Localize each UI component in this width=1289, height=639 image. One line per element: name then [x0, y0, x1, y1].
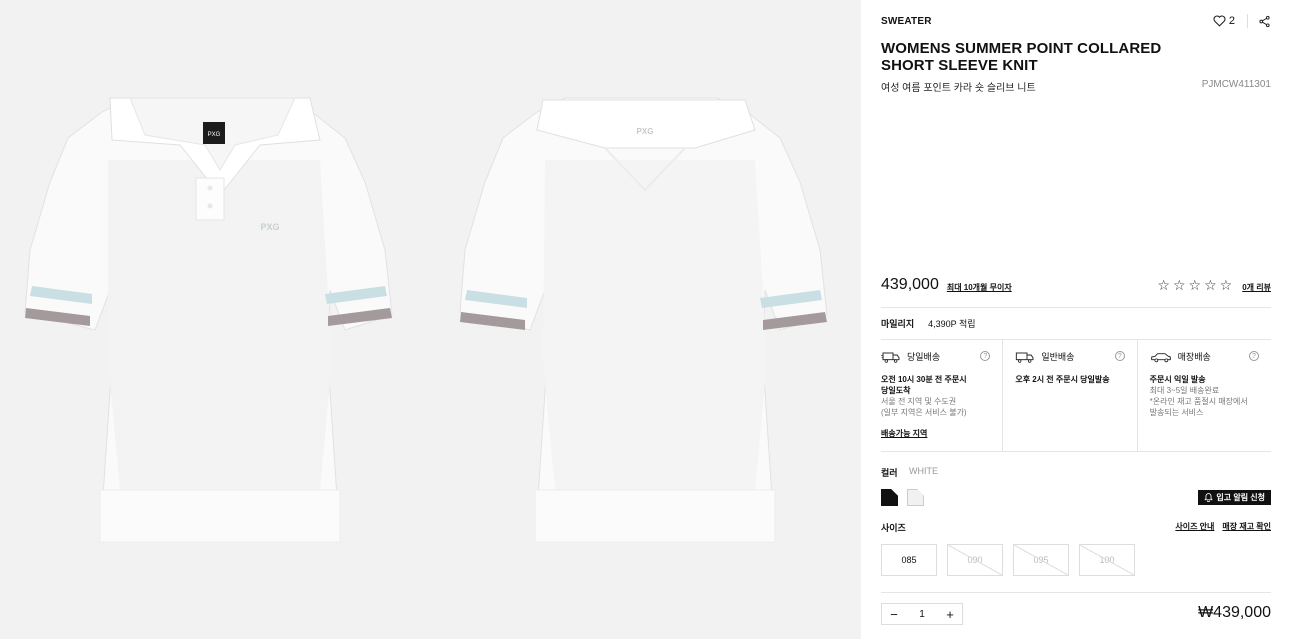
- installment-link[interactable]: 최대 10개월 무이자: [947, 282, 1012, 293]
- product-subtitle: 여성 여름 포인트 카라 숏 슬리브 니트: [881, 83, 1036, 94]
- delivery-standard: 일반배송 ? 오후 2시 전 주문시 당일발송: [1002, 340, 1136, 451]
- product-info-panel: SWEATER 2 WOMENS SUMMER POINT COLLARED S…: [861, 0, 1289, 639]
- heart-icon: [1213, 15, 1226, 27]
- svg-text:PXG: PXG: [260, 222, 279, 232]
- like-button[interactable]: 2: [1213, 15, 1235, 27]
- delivery-note-line: (일부 지역은 서비스 불가): [881, 408, 967, 417]
- delivery-note: 최대 3~5일 배송완료 *온라인 재고 품절시 매장에서 발송되는 서비스: [1150, 385, 1271, 418]
- divider: [881, 592, 1271, 593]
- truck-icon: [1016, 352, 1034, 363]
- help-icon[interactable]: ?: [1114, 351, 1125, 361]
- total-price: ₩439,000: [1198, 604, 1271, 621]
- size-label: 사이즈: [881, 523, 906, 533]
- delivery-title-line: 주문시 익일 발송: [1149, 375, 1206, 384]
- delivery-name: 매장배송: [1177, 352, 1211, 362]
- star-icon: ☆: [1157, 277, 1170, 293]
- color-value: WHITE: [909, 466, 938, 476]
- delivery-title-line: 당일도착: [881, 386, 911, 395]
- like-count: 2: [1228, 15, 1235, 27]
- share-button[interactable]: [1258, 15, 1271, 28]
- delivery-note-line: 발송되는 서비스: [1149, 408, 1204, 417]
- product-page: PXG PXG PXG SWEATER 2 WOMENS SUMMER POIN…: [0, 0, 1289, 639]
- back-shirt-illustration: PXG: [459, 97, 828, 543]
- same-day-truck-icon: [881, 352, 900, 363]
- delivery-note-line: 최대 3~5일 배송완료: [1149, 386, 1220, 395]
- divider: [1247, 14, 1248, 28]
- share-icon: [1259, 15, 1270, 27]
- star-icon: ☆: [1188, 277, 1202, 293]
- product-category: SWEATER: [881, 16, 932, 27]
- product-price: 439,000: [881, 276, 939, 293]
- store-stock-link[interactable]: 매장 재고 확인: [1222, 521, 1271, 532]
- quantity-value[interactable]: 1: [919, 609, 925, 620]
- size-option-sold-out[interactable]: 095: [1013, 544, 1069, 576]
- delivery-same-day: 당일배송 ? 오전 10시 30분 전 주문시 당일도착 서울 전 지역 및 수…: [881, 340, 1002, 451]
- delivery-note: 서울 전 지역 및 수도권 (일부 지역은 서비스 불가): [881, 396, 1002, 418]
- delivery-title-line: 오전 10시 30분 전 주문시: [881, 375, 967, 384]
- delivery-note-line: *온라인 재고 품절시 매장에서: [1149, 397, 1248, 406]
- product-actions: 2: [1213, 14, 1271, 28]
- delivery-options: 당일배송 ? 오전 10시 30분 전 주문시 당일도착 서울 전 지역 및 수…: [881, 340, 1271, 452]
- delivery-title: 주문시 익일 발송: [1150, 374, 1271, 385]
- product-image-front[interactable]: PXG PXG: [20, 90, 400, 550]
- delivery-title-line: 오후 2시 전 주문시 당일발송: [1015, 375, 1110, 384]
- reviews-link[interactable]: 0개 리뷰: [1242, 282, 1271, 293]
- delivery-name: 당일배송: [907, 352, 941, 362]
- help-icon[interactable]: ?: [1248, 351, 1259, 361]
- color-label: 컬러: [881, 468, 898, 478]
- delivery-store: 매장배송 ? 주문시 익일 발송 최대 3~5일 배송완료 *온라인 재고 품절…: [1136, 340, 1271, 451]
- restock-alert-button[interactable]: 입고 알림 신청: [1198, 490, 1271, 505]
- front-shirt-illustration: PXG PXG: [24, 97, 393, 543]
- rating-stars[interactable]: ☆ ☆ ☆ ☆ ☆: [1157, 277, 1232, 294]
- size-option[interactable]: 085: [881, 544, 937, 576]
- quantity-increase-button[interactable]: +: [944, 608, 956, 621]
- star-icon: ☆: [1219, 277, 1233, 293]
- delivery-note-line: 서울 전 지역 및 수도권: [881, 397, 957, 406]
- delivery-title: 오후 2시 전 주문시 당일발송: [1015, 374, 1136, 385]
- restock-label: 입고 알림 신청: [1216, 493, 1265, 502]
- size-option-sold-out[interactable]: 100: [1079, 544, 1135, 576]
- size-guide-link[interactable]: 사이즈 안내: [1175, 521, 1214, 532]
- svg-text:PXG: PXG: [208, 132, 221, 138]
- star-icon: ☆: [1204, 277, 1217, 293]
- size-links: 사이즈 안내 매장 재고 확인: [1175, 521, 1271, 532]
- price-row: 439,000 최대 10개월 무이자 ☆ ☆ ☆ ☆ ☆ 0개 리뷰: [881, 276, 1271, 308]
- product-title: WOMENS SUMMER POINT COLLARED SHORT SLEEV…: [881, 40, 1162, 74]
- quantity-decrease-button[interactable]: −: [888, 608, 900, 621]
- delivery-title: 오전 10시 30분 전 주문시 당일도착: [881, 374, 1002, 396]
- mileage-label: 마일리지: [881, 319, 915, 329]
- star-icon: ☆: [1172, 277, 1186, 293]
- quantity-stepper: − 1 +: [881, 603, 963, 625]
- bell-icon: [1204, 493, 1214, 502]
- delivery-area-link[interactable]: 배송가능 지역: [881, 428, 927, 439]
- color-swatch-white[interactable]: [907, 489, 924, 506]
- product-gallery: PXG PXG PXG: [0, 0, 861, 639]
- product-image-back[interactable]: PXG: [455, 90, 835, 550]
- delivery-name: 일반배송: [1041, 352, 1075, 362]
- mileage-row: 마일리지 4,390P 적립: [881, 308, 1271, 340]
- svg-text:PXG: PXG: [637, 127, 654, 136]
- car-icon: [1150, 352, 1171, 362]
- product-code: PJMCW411301: [1201, 79, 1271, 90]
- color-swatch-black[interactable]: [881, 489, 898, 506]
- mileage-value: 4,390P 적립: [928, 319, 976, 329]
- size-options: 085 090 095 100: [881, 544, 1135, 576]
- size-option-sold-out[interactable]: 090: [947, 544, 1003, 576]
